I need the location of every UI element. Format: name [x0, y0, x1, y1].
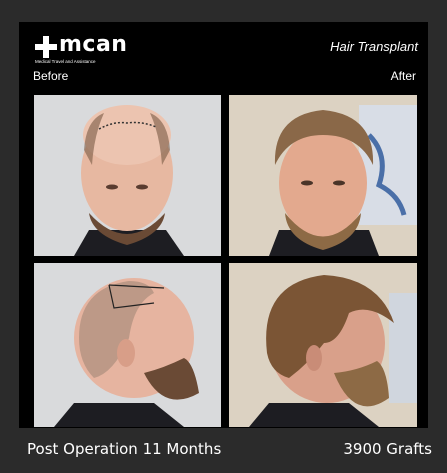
after-label: After — [390, 69, 416, 83]
before-side-photo — [34, 263, 221, 427]
before-front-photo — [34, 95, 221, 256]
after-side-photo — [229, 263, 417, 427]
post-operation-duration: Post Operation 11 Months — [27, 440, 222, 458]
graft-count: 3900 Grafts — [343, 440, 432, 458]
before-label: Before — [33, 69, 69, 83]
procedure-title: Hair Transplant — [330, 39, 418, 54]
brand-logo: mcan — [35, 34, 127, 58]
before-after-card: mcan Medical Travel and Assistance Hair … — [19, 22, 428, 428]
brand-name: mcan — [59, 32, 128, 57]
brand-tagline: Medical Travel and Assistance — [35, 59, 96, 64]
plus-icon — [35, 36, 57, 58]
after-front-photo — [229, 95, 417, 256]
